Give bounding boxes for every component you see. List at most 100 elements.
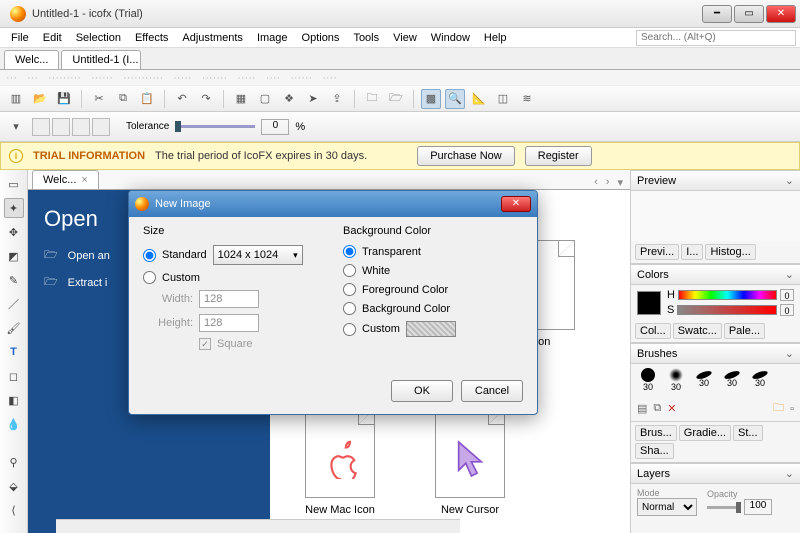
export-icon[interactable]: ⇪	[327, 89, 347, 109]
wand-tool-icon[interactable]: ✦	[4, 198, 24, 218]
menu-file[interactable]: File	[4, 30, 36, 46]
grid-icon[interactable]: ▩	[421, 89, 441, 109]
opacity-value[interactable]: 100	[744, 499, 772, 515]
custombg-radio[interactable]	[343, 323, 356, 336]
chevron-down-icon[interactable]: ▾	[6, 117, 26, 137]
white-radio[interactable]	[343, 264, 356, 277]
brushes-panel-head[interactable]: Brushes⌄	[631, 343, 800, 364]
square-checkbox[interactable]: ✓	[199, 338, 211, 350]
doctab-welcome[interactable]: Welc...	[4, 50, 59, 69]
menu-help[interactable]: Help	[477, 30, 514, 46]
tab-brushes[interactable]: Brus...	[635, 425, 677, 441]
sat-slider[interactable]	[677, 305, 777, 315]
nav-menu-icon[interactable]: ▾	[614, 176, 626, 189]
brush-5[interactable]: 30	[749, 368, 771, 392]
canvas-tab-welcome[interactable]: Welc...×	[32, 170, 99, 189]
hue-value[interactable]: 0	[780, 289, 794, 301]
custom-color-swatch[interactable]	[406, 321, 456, 337]
new-mac-icon-item[interactable]: New Mac Icon	[290, 408, 390, 516]
ruler-icon[interactable]: 📐	[469, 89, 489, 109]
tab-colors[interactable]: Col...	[635, 323, 671, 339]
tab-gradient[interactable]: Gradie...	[679, 425, 731, 441]
brush-1[interactable]: 30	[637, 368, 659, 392]
undo-icon[interactable]: ↶	[172, 89, 192, 109]
menu-image[interactable]: Image	[250, 30, 295, 46]
menu-options[interactable]: Options	[295, 30, 347, 46]
sel-mode-2[interactable]	[52, 118, 70, 136]
search-input[interactable]	[636, 30, 796, 46]
nav-prev-icon[interactable]: ‹	[591, 176, 601, 189]
copy-brush-icon[interactable]: ⧉	[653, 402, 661, 415]
cut-icon[interactable]: ✂	[89, 89, 109, 109]
eraser-tool-icon[interactable]: ◧	[4, 390, 24, 410]
sat-value[interactable]: 0	[780, 304, 794, 316]
bucket-tool-icon[interactable]: ⬙	[4, 476, 24, 496]
color-swatch[interactable]	[637, 291, 661, 315]
zoom-icon[interactable]: 🔍	[445, 89, 465, 109]
tab-swatches[interactable]: Swatc...	[673, 323, 722, 339]
cursor-icon[interactable]: ➤	[303, 89, 323, 109]
text-tool-icon[interactable]: T	[4, 342, 24, 362]
tab-histogram[interactable]: Histog...	[705, 244, 755, 260]
pencil-tool-icon[interactable]: ✎	[4, 270, 24, 290]
crop-icon[interactable]: ◫	[493, 89, 513, 109]
ok-button[interactable]: OK	[391, 380, 453, 402]
custom-radio[interactable]	[143, 271, 156, 284]
sel-mode-1[interactable]	[32, 118, 50, 136]
save-brush-icon[interactable]: ▫	[790, 403, 794, 415]
tab-preview[interactable]: Previ...	[635, 244, 679, 260]
chevron-down-icon[interactable]: ⌄	[785, 347, 794, 360]
height-input[interactable]	[199, 314, 259, 332]
brush-2[interactable]: 30	[665, 368, 687, 392]
marquee-tool-icon[interactable]: ▭	[4, 174, 24, 194]
nav-next-icon[interactable]: ›	[603, 176, 613, 189]
image-icon[interactable]: ▦	[231, 89, 251, 109]
tab-palette[interactable]: Pale...	[724, 323, 765, 339]
opacity-slider[interactable]	[707, 506, 741, 509]
tab-info[interactable]: I...	[681, 244, 703, 260]
chevron-down-icon[interactable]: ⌄	[785, 467, 794, 480]
dialog-titlebar[interactable]: New Image ✕	[129, 191, 537, 217]
line-tool-icon[interactable]: ／	[4, 294, 24, 314]
chevron-down-icon[interactable]: ⌄	[785, 174, 794, 187]
move-tool-icon[interactable]: ✥	[4, 222, 24, 242]
maximize-button[interactable]: ▭	[734, 5, 764, 23]
fg-radio[interactable]	[343, 283, 356, 296]
tolerance-slider[interactable]	[175, 125, 255, 128]
cancel-button[interactable]: Cancel	[461, 380, 523, 402]
register-button[interactable]: Register	[525, 146, 592, 166]
open-icon[interactable]: 📂	[30, 89, 50, 109]
new-cursor-item[interactable]: New Cursor	[420, 408, 520, 516]
more-tool-icon[interactable]: ⟨	[4, 500, 24, 520]
transparent-radio[interactable]	[343, 245, 356, 258]
hue-slider[interactable]	[678, 290, 777, 300]
menu-selection[interactable]: Selection	[69, 30, 128, 46]
frame-icon[interactable]: ▢	[255, 89, 275, 109]
menu-effects[interactable]: Effects	[128, 30, 175, 46]
folder-brush-icon[interactable]: 🗀	[773, 399, 784, 418]
crop-tool-icon[interactable]: ◩	[4, 246, 24, 266]
apple-icon[interactable]: ❖	[279, 89, 299, 109]
new-brush-icon[interactable]: ▤	[637, 402, 647, 415]
size-select[interactable]: 1024 x 1024	[213, 245, 303, 265]
bgcolor-radio[interactable]	[343, 302, 356, 315]
copy-icon[interactable]: ⧉	[113, 89, 133, 109]
menu-window[interactable]: Window	[424, 30, 477, 46]
chevron-down-icon[interactable]: ⌄	[785, 268, 794, 281]
sel-mode-3[interactable]	[72, 118, 90, 136]
folder2-icon[interactable]: 🗁	[386, 89, 406, 109]
blur-tool-icon[interactable]: 💧	[4, 414, 24, 434]
menu-edit[interactable]: Edit	[36, 30, 69, 46]
redo-icon[interactable]: ↷	[196, 89, 216, 109]
layers-panel-head[interactable]: Layers⌄	[631, 463, 800, 484]
brush-3[interactable]: 30	[693, 368, 715, 392]
blend-mode-select[interactable]: Normal	[637, 498, 697, 516]
folder-icon[interactable]: 🗀	[362, 89, 382, 109]
layers-icon[interactable]: ≋	[517, 89, 537, 109]
standard-radio[interactable]	[143, 249, 156, 262]
width-input[interactable]	[199, 290, 259, 308]
canvas-tab-close-icon[interactable]: ×	[81, 174, 87, 186]
menu-tools[interactable]: Tools	[346, 30, 386, 46]
sel-mode-4[interactable]	[92, 118, 110, 136]
tab-styles[interactable]: St...	[733, 425, 763, 441]
